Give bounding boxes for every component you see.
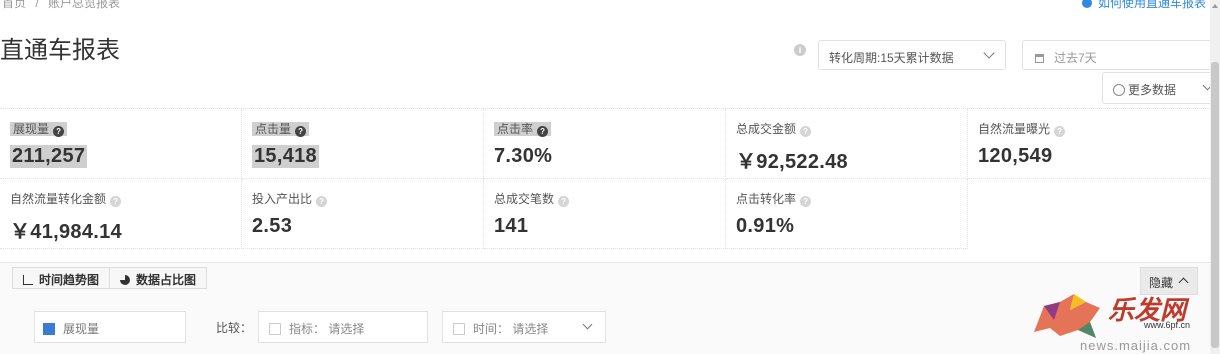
compare-label: 比较： bbox=[216, 321, 253, 335]
help-link[interactable]: 如何使用直通车报表 bbox=[1081, 0, 1206, 11]
breadcrumb: 首页 / 账户总览报表 bbox=[2, 0, 126, 11]
metric-clicks[interactable]: 点击量? 15,418 bbox=[242, 109, 484, 179]
time-compare-picker[interactable]: 时间： 请选择 bbox=[442, 311, 606, 343]
page-title: 直通车报表 bbox=[0, 37, 120, 64]
breadcrumb-sep: / bbox=[35, 0, 39, 10]
metric-value: 0.91% bbox=[736, 215, 795, 237]
metric-label: 总成交金额 bbox=[736, 122, 797, 136]
metric-organic-sales[interactable]: 自然流量转化金额? ￥41,984.14 bbox=[0, 179, 242, 249]
metric-roi[interactable]: 投入产出比? 2.53 bbox=[242, 179, 484, 249]
breadcrumb-home[interactable]: 首页 bbox=[2, 0, 26, 10]
help-icon[interactable]: ? bbox=[295, 126, 307, 137]
metric-label: 点击转化率 bbox=[736, 192, 797, 206]
help-icon[interactable]: ? bbox=[110, 196, 122, 207]
metric-value: 2.53 bbox=[252, 215, 293, 237]
metrics-grid: 展现量? 211,257 点击量? 15,418 点击率? 7.30% 总成交金… bbox=[0, 108, 1210, 249]
index-compare-picker[interactable]: 指标： 请选择 bbox=[258, 311, 428, 343]
metric-label: 投入产出比 bbox=[252, 192, 313, 206]
help-icon[interactable]: ? bbox=[1054, 126, 1066, 137]
metric-cvr[interactable]: 点击转化率? 0.91% bbox=[726, 179, 968, 249]
checkbox[interactable] bbox=[269, 323, 281, 335]
more-data-label: 更多数据 bbox=[1128, 83, 1177, 97]
metric-value: ￥92,522.48 bbox=[736, 151, 848, 173]
metric-label: 总成交笔数 bbox=[494, 192, 555, 206]
chart-panel: 时间趋势图 数据占比图 隐藏 展现量 比较： 指标： 请选择 时间： 请选择 bbox=[0, 262, 1210, 354]
conversion-period-value: 转化周期:15天累计数据 bbox=[829, 51, 954, 65]
tab-time-trend[interactable]: 时间趋势图 bbox=[13, 268, 111, 288]
metric-total-sales[interactable]: 总成交金额? ￥92,522.48 bbox=[726, 109, 968, 179]
top-bar: 首页 / 账户总览报表 如何使用直通车报表 bbox=[0, 0, 1220, 11]
metric-label: 点击率 bbox=[497, 122, 534, 136]
metric-value: 15,418 bbox=[252, 145, 319, 168]
metric-organic-exposure[interactable]: 自然流量曝光? 120,549 bbox=[968, 109, 1210, 179]
help-icon[interactable]: ? bbox=[800, 126, 812, 137]
metric-label: 点击量 bbox=[255, 122, 292, 136]
scroll-up-arrow-icon[interactable] bbox=[1212, 4, 1218, 8]
metric-value: 141 bbox=[494, 215, 529, 237]
help-link-label: 如何使用直通车报表 bbox=[1097, 0, 1206, 10]
metric-value: ￥41,984.14 bbox=[10, 221, 122, 243]
help-icon[interactable]: ? bbox=[316, 196, 328, 207]
metric-value: 120,549 bbox=[978, 145, 1053, 167]
help-icon bbox=[1081, 0, 1092, 8]
watermark-url: www.6pf.cn bbox=[1144, 320, 1191, 330]
calendar-icon bbox=[1035, 54, 1044, 63]
scrollbar[interactable] bbox=[1210, 0, 1220, 354]
metric-selector[interactable]: 展现量 bbox=[34, 311, 186, 343]
metric-value: 211,257 bbox=[10, 145, 88, 168]
metric-value: 7.30% bbox=[494, 145, 553, 167]
gear-icon bbox=[1113, 84, 1125, 96]
pie-chart-icon bbox=[120, 275, 131, 285]
metric-ctr[interactable]: 点击率? 7.30% bbox=[484, 109, 726, 179]
metric-label: 自然流量曝光 bbox=[978, 122, 1051, 136]
metric-orders[interactable]: 总成交笔数? 141 bbox=[484, 179, 726, 249]
metric-label: 自然流量转化金额 bbox=[10, 192, 107, 206]
metric-impressions[interactable]: 展现量? 211,257 bbox=[0, 109, 242, 179]
chevron-up-icon bbox=[1178, 277, 1189, 288]
help-icon[interactable]: ? bbox=[53, 126, 65, 137]
chevron-down-icon bbox=[983, 47, 995, 59]
checkbox[interactable] bbox=[453, 323, 465, 335]
help-icon[interactable]: ? bbox=[537, 126, 549, 137]
tab-data-share[interactable]: 数据占比图 bbox=[110, 268, 207, 288]
help-icon[interactable]: ? bbox=[800, 196, 812, 207]
watermark: 乐发网 www.6pf.cn news.maijia.com bbox=[1030, 288, 1210, 354]
chart-tabs: 时间趋势图 数据占比图 bbox=[12, 267, 208, 289]
help-icon[interactable]: ? bbox=[558, 196, 570, 207]
metric-label: 展现量 bbox=[13, 122, 50, 136]
scrollbar-thumb[interactable] bbox=[1211, 62, 1219, 348]
more-data-button[interactable]: 更多数据 bbox=[1102, 72, 1220, 104]
line-chart-icon bbox=[23, 275, 33, 285]
breadcrumb-current: 账户总览报表 bbox=[48, 0, 121, 10]
watermark-logo bbox=[1034, 294, 1100, 338]
date-range-value: 过去7天 bbox=[1054, 51, 1097, 65]
date-range-picker[interactable]: 过去7天 bbox=[1022, 40, 1218, 70]
info-icon[interactable]: i bbox=[794, 44, 806, 56]
series-color-swatch bbox=[43, 323, 55, 335]
chevron-down-icon bbox=[582, 319, 593, 330]
watermark-url2: news.maijia.com bbox=[1080, 338, 1192, 353]
conversion-period-select[interactable]: 转化周期:15天累计数据 bbox=[818, 40, 1006, 70]
